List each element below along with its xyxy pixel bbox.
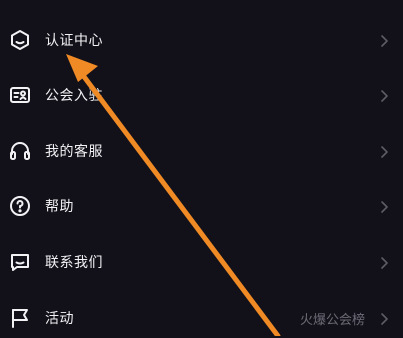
chevron-right-icon <box>379 311 389 325</box>
chevron-right-icon <box>379 144 389 158</box>
guild-id-card-icon <box>8 83 32 107</box>
chevron-right-icon <box>379 33 389 47</box>
menu-item-label: 帮助 <box>45 199 74 215</box>
menu-item-guild-join[interactable]: 公会入驻 <box>0 75 403 115</box>
menu-item-help[interactable]: 帮助 <box>0 186 403 226</box>
certification-shield-icon <box>8 28 32 52</box>
chevron-right-icon <box>379 88 389 102</box>
menu-item-label: 我的客服 <box>45 144 103 160</box>
chevron-right-icon <box>379 255 389 269</box>
menu-item-label: 认证中心 <box>45 33 103 49</box>
menu-item-label: 联系我们 <box>45 255 103 271</box>
help-question-icon <box>8 194 32 218</box>
menu-item-activity[interactable]: 活动 火爆公会榜 <box>0 298 403 338</box>
flag-icon <box>8 306 32 330</box>
contact-message-icon <box>8 250 32 274</box>
hot-guild-ranking-link[interactable]: 火爆公会榜 <box>300 309 365 328</box>
menu-item-certification-center[interactable]: 认证中心 <box>0 20 403 60</box>
menu-item-label: 公会入驻 <box>45 88 103 104</box>
menu-item-contact-us[interactable]: 联系我们 <box>0 242 403 282</box>
headset-icon <box>8 139 32 163</box>
menu-item-customer-service[interactable]: 我的客服 <box>0 131 403 171</box>
chevron-right-icon <box>379 199 389 213</box>
menu-item-label: 活动 <box>45 311 74 327</box>
